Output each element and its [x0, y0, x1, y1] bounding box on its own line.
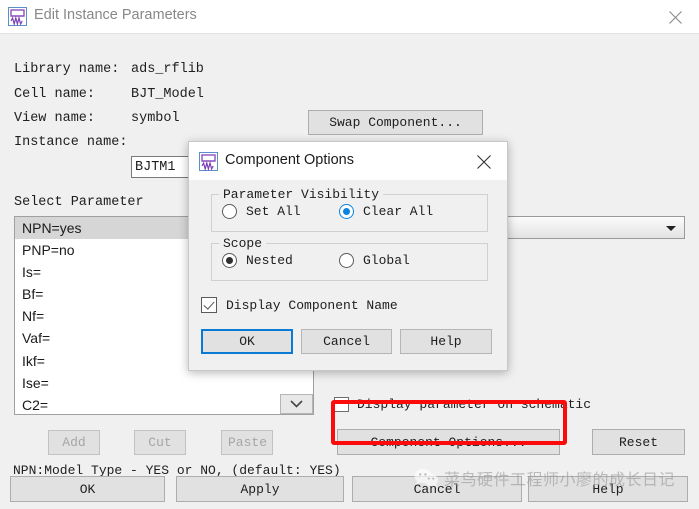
radio-icon [222, 204, 237, 219]
radio-global-label: Global [363, 253, 410, 268]
scope-label: Scope [219, 236, 267, 251]
component-options-button[interactable]: Component Options... [337, 429, 560, 455]
cancel-button[interactable]: Cancel [352, 476, 522, 502]
display-component-name-checkbox-row[interactable]: Display Component Name [201, 297, 398, 313]
scroll-down-button[interactable] [280, 394, 313, 414]
library-name-label: Library name: [14, 62, 120, 77]
waveform-app-icon [8, 7, 27, 27]
swap-component-button[interactable]: Swap Component... [308, 110, 483, 135]
list-item[interactable]: C2= [15, 394, 313, 414]
view-name-label: View name: [14, 111, 96, 126]
radio-clear-all[interactable]: Clear All [339, 204, 433, 219]
dialog-cancel-button[interactable]: Cancel [301, 329, 392, 354]
close-icon[interactable] [463, 142, 507, 180]
display-component-name-label: Display Component Name [226, 297, 398, 313]
display-parameter-label: Display parameter on schematic [357, 397, 592, 412]
view-name-value: symbol [131, 111, 180, 126]
cell-name-label: Cell name: [14, 87, 96, 102]
waveform-app-icon [199, 152, 218, 172]
radio-set-all-label: Set All [246, 204, 301, 219]
help-button[interactable]: Help [528, 476, 688, 502]
checkbox-checked-icon[interactable] [201, 297, 217, 313]
apply-button[interactable]: Apply [176, 476, 344, 502]
cell-name-value: BJT_Model [131, 87, 204, 102]
parameter-visibility-label: Parameter Visibility [219, 187, 384, 202]
dialog-ok-button[interactable]: OK [201, 329, 293, 354]
add-button[interactable]: Add [48, 430, 100, 455]
chevron-down-icon [666, 226, 676, 231]
main-titlebar: Edit Instance Parameters [0, 0, 699, 33]
radio-nested[interactable]: Nested [222, 253, 293, 268]
library-name-value: ads_rflib [131, 62, 204, 77]
ok-button[interactable]: OK [10, 476, 165, 502]
radio-icon [339, 253, 354, 268]
instance-name-label: Instance name: [14, 135, 128, 150]
display-parameter-checkbox[interactable] [334, 397, 349, 412]
list-item[interactable]: Ise= [15, 372, 313, 394]
page-title: Edit Instance Parameters [34, 7, 197, 23]
radio-nested-label: Nested [246, 253, 293, 268]
close-icon[interactable] [653, 0, 699, 33]
radio-set-all[interactable]: Set All [222, 204, 301, 219]
paste-button[interactable]: Paste [221, 430, 273, 455]
component-options-titlebar: Component Options [189, 142, 507, 180]
select-parameter-label: Select Parameter [14, 195, 144, 210]
radio-icon [222, 253, 237, 268]
reset-button[interactable]: Reset [592, 429, 685, 455]
radio-icon [339, 204, 354, 219]
radio-global[interactable]: Global [339, 253, 410, 268]
component-options-title: Component Options [225, 152, 354, 168]
radio-clear-all-label: Clear All [363, 204, 434, 219]
cut-button[interactable]: Cut [134, 430, 186, 455]
dialog-help-button[interactable]: Help [400, 329, 492, 354]
